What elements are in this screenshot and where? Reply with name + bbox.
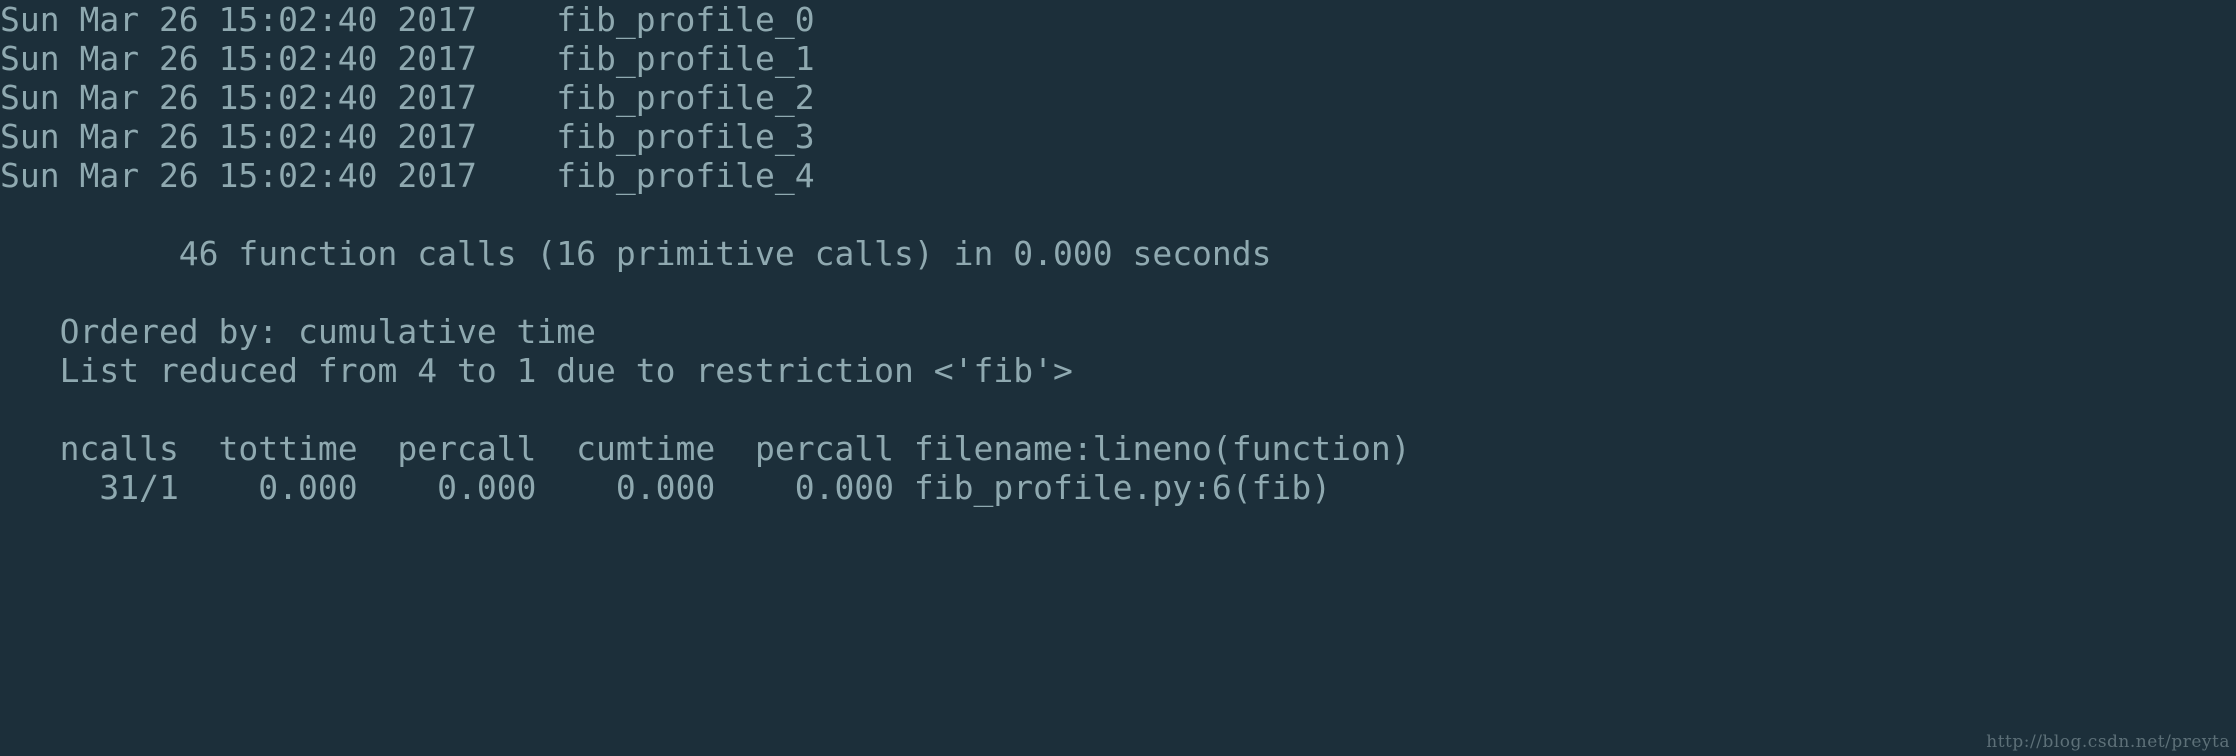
terminal-window[interactable]: Sun Mar 26 15:02:40 2017 fib_profile_0 Su… <box>0 0 2236 756</box>
profile-line: Sun Mar 26 15:02:40 2017 fib_profile_4 <box>0 156 815 195</box>
watermark: http://blog.csdn.net/preyta <box>1986 732 2230 752</box>
summary-line: 46 function calls (16 primitive calls) i… <box>0 234 1272 273</box>
stats-table-header: ncalls tottime percall cumtime percall f… <box>0 429 1411 468</box>
profile-line: Sun Mar 26 15:02:40 2017 fib_profile_2 <box>0 78 815 117</box>
profile-line: Sun Mar 26 15:02:40 2017 fib_profile_3 <box>0 117 815 156</box>
profile-line: Sun Mar 26 15:02:40 2017 fib_profile_1 <box>0 39 815 78</box>
stats-table-row: 31/1 0.000 0.000 0.000 0.000 fib_profile… <box>0 468 1332 507</box>
terminal-output: Sun Mar 26 15:02:40 2017 fib_profile_0 Su… <box>0 0 1411 507</box>
profile-line: Sun Mar 26 15:02:40 2017 fib_profile_0 <box>0 0 815 39</box>
ordered-by-line: Ordered by: cumulative time <box>0 312 597 351</box>
list-reduced-line: List reduced from 4 to 1 due to restrict… <box>0 351 1073 390</box>
